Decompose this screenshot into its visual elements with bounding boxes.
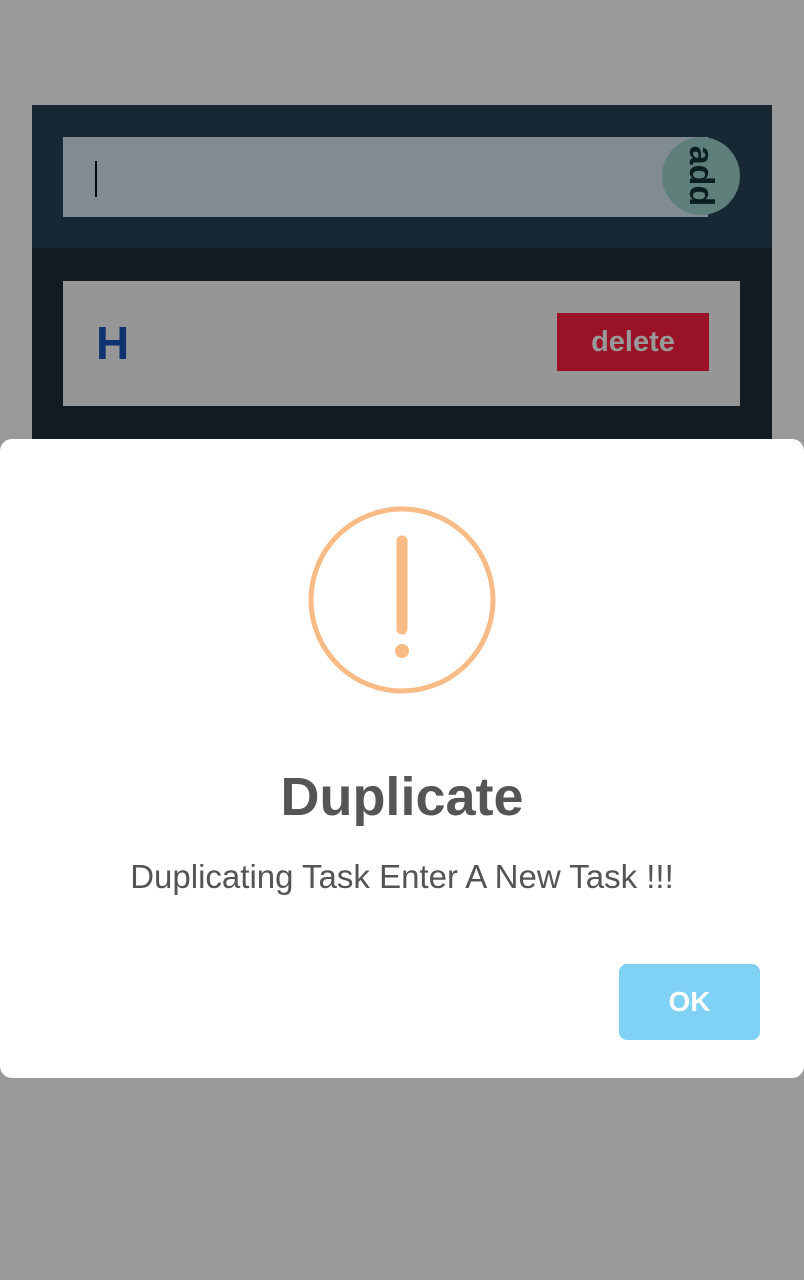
ok-button[interactable]: OK [619, 964, 760, 1040]
dialog-message: Duplicating Task Enter A New Task !!! [130, 858, 674, 895]
duplicate-alert-dialog: Duplicate Duplicating Task Enter A New T… [0, 439, 804, 1078]
dialog-title: Duplicate [280, 767, 524, 827]
warning-icon [308, 506, 496, 694]
